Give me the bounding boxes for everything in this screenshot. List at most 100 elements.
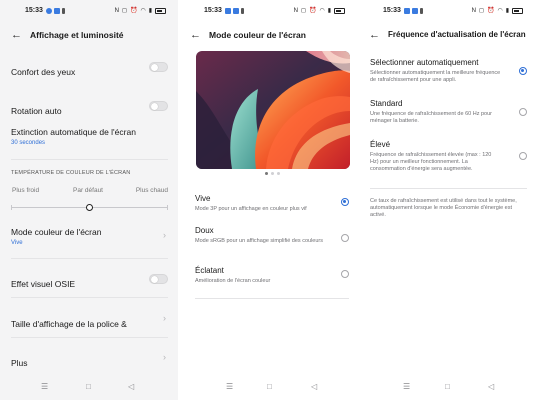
system-icons: N ◻ ⏰ ◠ ▮ [294, 7, 345, 14]
divider [11, 159, 168, 160]
menu-icon[interactable]: ☰ [403, 382, 410, 391]
wifi-icon: ◠ [497, 8, 503, 14]
radio-button[interactable] [341, 198, 349, 206]
wifi-icon: ◠ [319, 8, 325, 14]
battery-icon [334, 7, 345, 14]
notification-icon [404, 8, 410, 14]
refresh-option-auto[interactable]: Sélectionner automatiquement Sélectionne… [370, 58, 527, 84]
option-label: Standard [370, 99, 403, 108]
location-icon [241, 8, 244, 14]
radio-button[interactable] [519, 108, 527, 116]
slider-tick [167, 205, 168, 210]
radio-button[interactable] [519, 67, 527, 75]
color-mode-option-vive[interactable]: Vive Mode 3P pour un affichage en couleu… [195, 194, 349, 213]
option-description: Une fréquence de rafraîchissement de 60 … [370, 111, 492, 124]
notification-icon [233, 8, 239, 14]
auto-rotate-row[interactable]: Rotation auto [11, 101, 168, 119]
divider [11, 297, 168, 298]
osie-row[interactable]: Effet visuel OSIE [11, 274, 168, 292]
page-title: Fréquence d'actualisation de l'écran [388, 30, 526, 39]
option-label: Vive [195, 194, 211, 203]
status-bar: 15:33 N ◻ ⏰ ◠ ▮ [358, 7, 535, 19]
notification-icons [46, 8, 65, 14]
eye-comfort-row[interactable]: Confort des yeux [11, 62, 168, 80]
color-mode-option-doux[interactable]: Doux Mode sRGB pour un affichage simplif… [195, 226, 349, 245]
location-icon [420, 8, 423, 14]
option-label: Élevé [370, 140, 391, 149]
color-mode-option-eclatant[interactable]: Éclatant Amélioration de l'écran couleur [195, 266, 349, 285]
option-description: Sélectionner automatiquement la meilleur… [370, 70, 501, 83]
system-icons: N ◻ ⏰ ◠ ▮ [472, 7, 523, 14]
signal-icon: ▮ [148, 8, 152, 14]
temperature-slider[interactable] [11, 204, 168, 211]
nfc-icon: N [293, 7, 298, 14]
nfc-icon: N [114, 7, 119, 14]
auto-rotate-toggle[interactable] [149, 101, 168, 111]
pager-dot [277, 172, 280, 175]
option-description: Mode 3P pour un affichage en couleur plu… [195, 206, 307, 212]
color-mode-row[interactable]: Mode couleur de l'écran Vive › [11, 227, 168, 246]
navigation-bar: ☰ □ ◁ [179, 382, 357, 394]
refresh-option-standard[interactable]: Standard Une fréquence de rafraîchisseme… [370, 99, 527, 125]
auto-off-label: Extinction automatique de l'écran [11, 127, 136, 137]
temp-default-label: Par défaut [73, 187, 103, 194]
refresh-rate-note: Ce taux de rafraîchissement est utilisé … [370, 198, 517, 218]
home-icon[interactable]: □ [445, 382, 450, 391]
chevron-right-icon: › [163, 313, 166, 323]
notification-icon [225, 8, 231, 14]
system-icons: N ◻ ⏰ ◠ ▮ [115, 7, 166, 14]
back-triangle-icon[interactable]: ◁ [128, 382, 134, 391]
divider [370, 188, 527, 189]
auto-off-value: 30 secondes [11, 140, 46, 146]
status-time: 15:33 [204, 7, 222, 14]
option-label: Doux [195, 226, 214, 235]
option-label: Éclatant [195, 266, 224, 275]
eye-comfort-toggle[interactable] [149, 62, 168, 72]
display-brightness-screen: 15:33 N ◻ ⏰ ◠ ▮ ← Affichage et luminosit… [0, 0, 178, 400]
signal-icon: ▮ [505, 8, 509, 14]
vibrate-icon: ◻ [300, 8, 306, 14]
font-size-label: Taille d'affichage de la police & [11, 319, 127, 329]
auto-off-row[interactable]: Extinction automatique de l'écran 30 sec… [11, 127, 168, 146]
refresh-rate-screen: 15:33 N ◻ ⏰ ◠ ▮ ← Fréquence d'actualisat… [358, 0, 535, 400]
osie-toggle[interactable] [149, 274, 168, 284]
temperature-section-label: TEMPÉRATURE DE COULEUR DE L'ÉCRAN [11, 170, 131, 176]
status-bar: 15:33 N ◻ ⏰ ◠ ▮ [0, 7, 178, 19]
font-size-row[interactable]: Taille d'affichage de la police & › [11, 313, 168, 332]
notification-icon [46, 8, 52, 14]
osie-label: Effet visuel OSIE [11, 279, 76, 289]
radio-button[interactable] [519, 152, 527, 160]
page-title: Affichage et luminosité [30, 30, 124, 40]
navigation-bar: ☰ □ ◁ [358, 382, 535, 394]
battery-icon [512, 7, 523, 14]
divider [11, 337, 168, 338]
menu-icon[interactable]: ☰ [226, 382, 233, 391]
option-description: Amélioration de l'écran couleur [195, 278, 271, 284]
chevron-right-icon: › [163, 352, 166, 362]
radio-button[interactable] [341, 234, 349, 242]
home-icon[interactable]: □ [267, 382, 272, 391]
home-icon[interactable]: □ [86, 382, 91, 391]
radio-button[interactable] [341, 270, 349, 278]
pager-dot [271, 172, 274, 175]
notification-icon [54, 8, 60, 14]
nfc-icon: N [471, 7, 476, 14]
vibrate-icon: ◻ [478, 8, 484, 14]
more-label: Plus [11, 358, 28, 368]
back-arrow-icon[interactable]: ← [369, 29, 380, 41]
back-triangle-icon[interactable]: ◁ [311, 382, 317, 391]
slider-knob[interactable] [86, 204, 93, 211]
signal-icon: ▮ [327, 8, 331, 14]
pager-dot [265, 172, 268, 175]
notification-icon [412, 8, 418, 14]
menu-icon[interactable]: ☰ [41, 382, 48, 391]
refresh-option-eleve[interactable]: Élevé Fréquence de rafraîchissement élev… [370, 140, 527, 173]
back-arrow-icon[interactable]: ← [11, 29, 22, 41]
vibrate-icon: ◻ [121, 8, 127, 14]
notification-icons [404, 8, 423, 14]
page-title: Mode couleur de l'écran [209, 30, 306, 40]
back-arrow-icon[interactable]: ← [190, 29, 201, 41]
back-triangle-icon[interactable]: ◁ [488, 382, 494, 391]
slider-tick [11, 205, 12, 210]
more-row[interactable]: Plus › [11, 352, 168, 371]
